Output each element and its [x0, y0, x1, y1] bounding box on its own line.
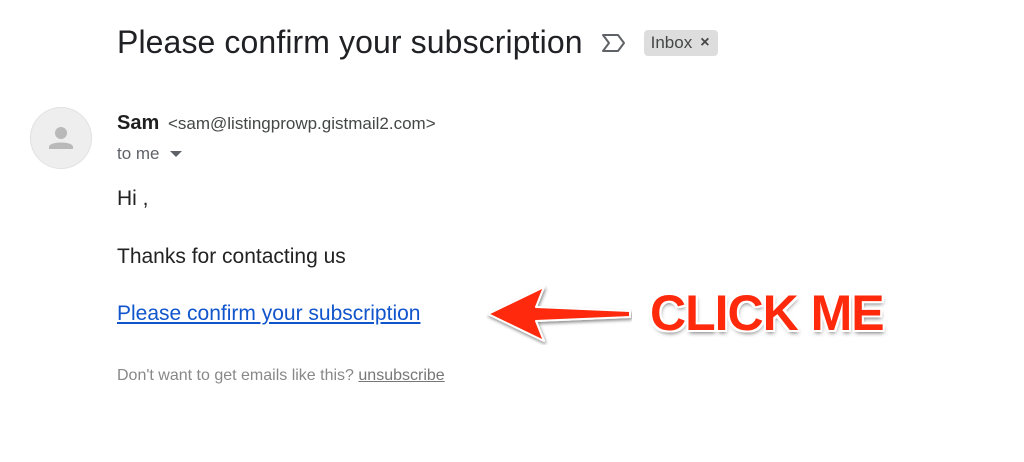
sender-info: Sam <sam@listingprowp.gistmail2.com>: [117, 112, 436, 135]
unsubscribe-link[interactable]: unsubscribe: [358, 367, 444, 384]
unsubscribe-footer: Don't want to get emails like this? unsu…: [117, 367, 445, 385]
email-header: Please confirm your subscription Inbox ×: [117, 20, 718, 64]
footer-text: Don't want to get emails like this?: [117, 367, 359, 384]
email-subject: Please confirm your subscription: [117, 23, 583, 60]
email-message: Thanks for contacting us: [117, 245, 346, 268]
confirm-subscription-link[interactable]: Please confirm your subscription: [117, 302, 420, 326]
click-me-callout: CLICK ME: [650, 285, 885, 341]
email-greeting: Hi ,: [117, 187, 149, 210]
sender-name: Sam: [117, 112, 160, 134]
red-arrow-left-icon: [487, 286, 631, 342]
person-icon: [49, 127, 73, 149]
label-important-icon[interactable]: [601, 33, 627, 53]
inbox-label-chip: Inbox ×: [643, 30, 718, 56]
sender-email: <sam@listingprowp.gistmail2.com>: [167, 114, 436, 133]
recipient-details[interactable]: to me: [117, 144, 182, 164]
recipient-text: to me: [117, 144, 160, 163]
chevron-down-icon[interactable]: [169, 151, 182, 157]
remove-label-icon[interactable]: ×: [700, 34, 709, 52]
inbox-label-text: Inbox: [650, 33, 693, 52]
sender-avatar: [30, 107, 92, 169]
